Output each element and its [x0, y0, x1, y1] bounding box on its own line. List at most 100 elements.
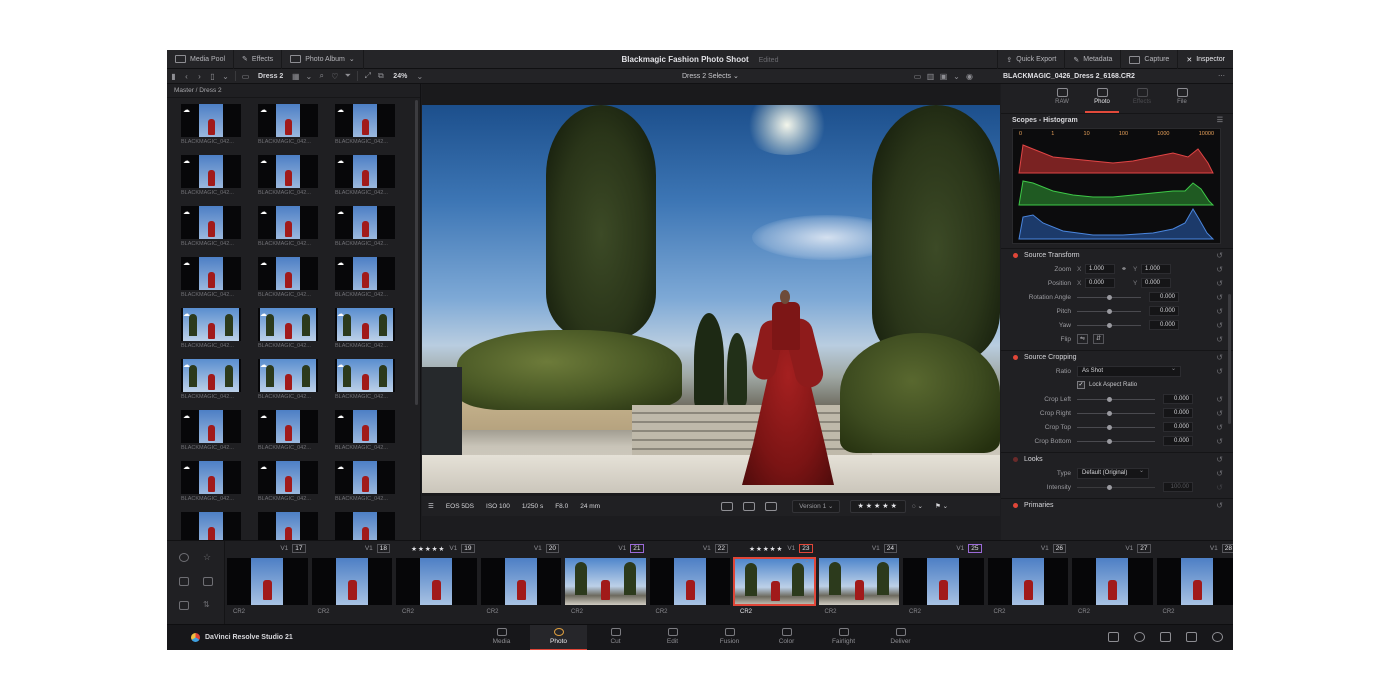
reset-icon[interactable]: ↺	[1216, 279, 1223, 288]
filmstrip-clip[interactable]: V1 27 CR2	[1070, 541, 1155, 625]
filmstrip-clip[interactable]: V1 21 CR2	[563, 541, 648, 625]
gear-icon[interactable]	[1212, 632, 1223, 642]
photo-album-button[interactable]: Photo Album ⌄	[282, 50, 364, 69]
reset-icon[interactable]: ↺	[1216, 353, 1223, 362]
looks-header[interactable]: Looks ↺	[1001, 452, 1233, 466]
thumbnail[interactable]: ☁ BLACKMAGIC_042...	[258, 206, 318, 249]
reset-icon[interactable]: ↺	[1216, 265, 1223, 274]
thumbnail[interactable]: ☁ BLACKMAGIC_042...	[335, 155, 395, 198]
image-icon[interactable]	[179, 577, 189, 586]
link-icon[interactable]: ⚭	[1115, 265, 1133, 273]
position-x-field[interactable]: 0.000	[1085, 278, 1115, 288]
thumbnail[interactable]: ☁ BLACKMAGIC_042...	[181, 359, 241, 402]
enable-dot[interactable]	[1013, 503, 1018, 508]
reset-icon[interactable]: ↺	[1216, 307, 1223, 316]
users-icon[interactable]	[1160, 632, 1171, 642]
thumbnail[interactable]: ☁ BLACKMAGIC_042...	[335, 206, 395, 249]
quick-export-button[interactable]: ⇪ Quick Export	[997, 50, 1064, 69]
yaw-field[interactable]: 0.000	[1149, 320, 1179, 330]
flag-icon[interactable]: ⚑ ⌄	[929, 502, 954, 510]
reset-icon[interactable]: ↺	[1216, 423, 1223, 432]
folder-icon[interactable]: ▭	[239, 69, 252, 84]
media-pool-scrollbar[interactable]	[415, 100, 418, 405]
thumbnail[interactable]: ☁ BLACKMAGIC_042...	[335, 104, 395, 147]
page-tab-cut[interactable]: Cut	[587, 625, 644, 650]
split-view-icon[interactable]: ▥	[924, 69, 937, 84]
tab-file[interactable]: File	[1165, 84, 1199, 113]
thumbnail[interactable]: ☁ BLACKMAGIC_042...	[258, 257, 318, 300]
capture-button[interactable]: Capture	[1120, 50, 1177, 69]
tab-effects[interactable]: Effects	[1125, 84, 1159, 113]
effects-button[interactable]: ✎ Effects	[234, 50, 283, 69]
rotation-field[interactable]: 0.000	[1149, 292, 1179, 302]
page-tab-deliver[interactable]: Deliver	[872, 625, 929, 650]
image-edit-icon[interactable]	[743, 501, 756, 511]
reset-icon[interactable]: ↺	[1216, 409, 1223, 418]
sort-icon[interactable]: ⇅	[203, 601, 213, 610]
color-picker-icon[interactable]: ◉	[963, 69, 976, 84]
inspector-scrollbar[interactable]	[1228, 294, 1231, 424]
thumbnail[interactable]	[258, 512, 318, 540]
crop-bottom-field[interactable]: 0.000	[1163, 436, 1193, 446]
thumbnail[interactable]: ☁ BLACKMAGIC_042...	[335, 410, 395, 453]
chevron-down-icon[interactable]: ⌄	[302, 69, 315, 84]
ratio-select[interactable]: As Shot	[1077, 365, 1181, 377]
adjust-icon[interactable]: ☰	[422, 502, 440, 510]
tag-icon[interactable]	[179, 601, 189, 610]
search-icon[interactable]: ⌕	[315, 69, 328, 84]
reset-icon[interactable]: ↺	[1216, 335, 1223, 344]
forward-icon[interactable]: ›	[193, 69, 206, 84]
more-options-icon[interactable]: ⋯	[1218, 69, 1225, 84]
thumbnail[interactable]: ☁ BLACKMAGIC_042...	[335, 359, 395, 402]
thumbnail[interactable]: ☁ BLACKMAGIC_042...	[181, 308, 241, 351]
position-y-field[interactable]: 0.000	[1141, 278, 1171, 288]
main-photo[interactable]	[422, 105, 1000, 493]
zoom-y-field[interactable]: 1.000	[1141, 264, 1171, 274]
chevron-down-icon[interactable]: ⌄	[950, 69, 963, 84]
crop-left-field[interactable]: 0.000	[1163, 394, 1193, 404]
page-tab-edit[interactable]: Edit	[644, 625, 701, 650]
thumbnail[interactable]: ☁ BLACKMAGIC_042...	[258, 359, 318, 402]
crop-left-slider[interactable]	[1077, 396, 1155, 402]
chat-icon[interactable]	[1134, 632, 1145, 642]
back-icon[interactable]: ‹	[180, 69, 193, 84]
thumbnail[interactable]: ☁ BLACKMAGIC_042...	[181, 461, 241, 504]
enable-dot[interactable]	[1013, 457, 1018, 462]
tab-photo[interactable]: Photo	[1085, 84, 1119, 113]
media-pool-button[interactable]: Media Pool	[167, 50, 235, 69]
thumbnail[interactable]: ☁ BLACKMAGIC_042...	[181, 155, 241, 198]
thumbnail[interactable]: ☁ BLACKMAGIC_042...	[258, 155, 318, 198]
tab-raw[interactable]: RAW	[1045, 84, 1079, 113]
zoom-level[interactable]: 24%	[387, 73, 413, 80]
zoom-x-field[interactable]: 1.000	[1085, 264, 1115, 274]
thumbnail[interactable]: ☁ BLACKMAGIC_042...	[335, 257, 395, 300]
reset-icon[interactable]: ↺	[1216, 395, 1223, 404]
fit-icon[interactable]: ⤢	[361, 69, 374, 84]
looks-type-select[interactable]: Default (Original)	[1077, 467, 1149, 479]
page-tab-photo[interactable]: Photo	[530, 625, 587, 650]
crop-right-field[interactable]: 0.000	[1163, 408, 1193, 418]
filmstrip-clip[interactable]: ★★★★★V123 CR2	[732, 541, 817, 625]
filmstrip-clip[interactable]: ★★★★★ V1 19 CR2	[394, 541, 479, 625]
reset-icon[interactable]: ↺	[1216, 501, 1223, 510]
filmstrip-clip[interactable]: V1 17 CR2	[225, 541, 310, 625]
filmstrip-clip[interactable]: V1 22 CR2	[648, 541, 733, 625]
reset-icon[interactable]: ↺	[1216, 251, 1223, 260]
home-icon[interactable]	[1186, 632, 1197, 642]
filmstrip-clip[interactable]: V1 25 CR2	[901, 541, 986, 625]
source-transform-header[interactable]: Source Transform ↺	[1001, 248, 1233, 262]
thumbnail[interactable]: ☁ BLACKMAGIC_042...	[335, 308, 395, 351]
chevron-down-icon[interactable]: ⌄	[413, 69, 426, 84]
filmstrip-clip[interactable]: V1 24 CR2	[817, 541, 902, 625]
star-icon[interactable]: ☆	[203, 553, 213, 562]
album-selector[interactable]: Dress 2 Selects ⌄	[682, 69, 739, 84]
lock-aspect-checkbox[interactable]: ✓	[1077, 381, 1085, 389]
compare-icon[interactable]: ⧉	[374, 69, 387, 84]
page-tab-color[interactable]: Color	[758, 625, 815, 650]
display-icon[interactable]: ▣	[937, 69, 950, 84]
pitch-slider[interactable]	[1077, 308, 1141, 314]
star-rating[interactable]: ★★★★★	[850, 499, 906, 513]
thumbnail[interactable]: ☁ BLACKMAGIC_042...	[258, 410, 318, 453]
favorite-icon[interactable]	[179, 553, 189, 562]
image-reject-icon[interactable]	[765, 501, 778, 511]
